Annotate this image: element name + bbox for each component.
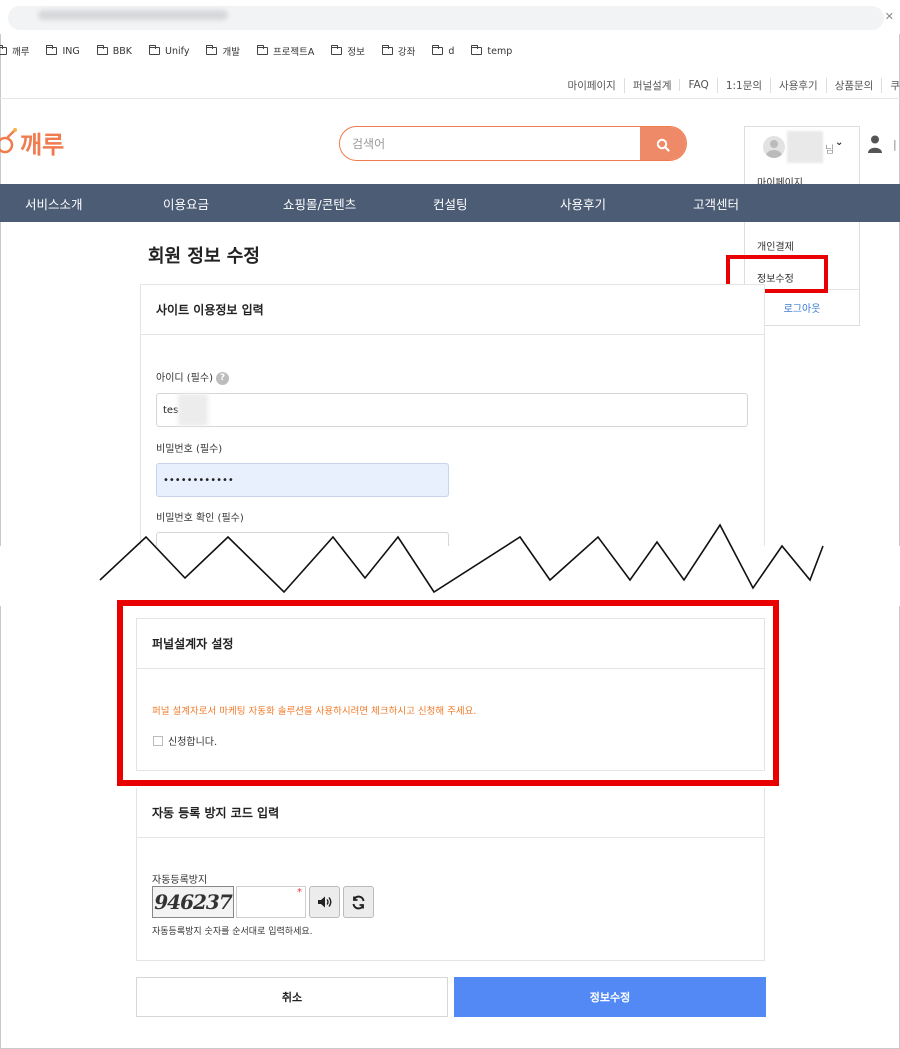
site-logo[interactable]: 깨루 (0, 122, 64, 162)
address-bar[interactable] (8, 6, 884, 30)
util-link-inquiry[interactable]: 1:1문의 (716, 77, 770, 93)
util-link-funnel[interactable]: 퍼널설계 (623, 77, 680, 93)
folder-icon (206, 45, 218, 55)
captcha-input[interactable]: * (236, 886, 306, 918)
bookmark-item[interactable]: 깨루 (0, 44, 29, 58)
password-label: 비밀번호 (필수) (156, 444, 223, 455)
bookmark-item[interactable]: BBK (96, 45, 132, 57)
cart-icon-partial[interactable]: | (893, 138, 897, 151)
bookmark-item[interactable]: ING (46, 45, 80, 57)
chevron-down-icon[interactable]: ⌄ (835, 137, 843, 148)
speaker-icon (317, 896, 331, 908)
site-info-heading: 사이트 이용정보 입력 (141, 285, 764, 335)
id-label: 아이디 (필수)? (156, 369, 229, 385)
bookmark-item[interactable]: 개발 (206, 44, 240, 58)
save-info-button[interactable]: 정보수정 (454, 977, 766, 1017)
folder-icon (331, 45, 343, 55)
logo-mark-icon (0, 128, 17, 154)
bookmarks-bar: 깨루 ING BBK Unify 개발 프로젝트A 정보 강좌 d temp (0, 40, 529, 62)
nav-item-reviews[interactable]: 사용후기 (560, 184, 606, 222)
nav-item-consulting[interactable]: 컨설팅 (433, 184, 468, 222)
captcha-caption: 자동등록방지 숫자를 순서대로 입력하세요. (152, 927, 313, 937)
refresh-icon (352, 895, 365, 909)
address-bar-area: ✕ (0, 0, 900, 34)
captcha-heading: 자동 등록 방지 코드 입력 (137, 788, 764, 838)
username-suffix: 님 (825, 145, 835, 156)
util-link-product-qna[interactable]: 상품문의 (825, 77, 882, 93)
search-input[interactable] (352, 135, 632, 153)
id-field[interactable]: tes (156, 393, 748, 427)
folder-icon (381, 45, 393, 55)
required-mark: * (297, 887, 302, 898)
avatar[interactable] (763, 136, 785, 158)
folder-icon (96, 45, 108, 55)
username-redacted (787, 131, 823, 163)
main-nav: 서비스소개 이용요금 쇼핑몰/콘텐츠 컨설팅 사용후기 고객센터 (0, 184, 900, 222)
page-title: 회원 정보 수정 (148, 246, 260, 267)
password-field[interactable]: •••••••••••• (156, 463, 449, 497)
captcha-refresh-button[interactable] (343, 886, 374, 918)
utility-links: 마이페이지 퍼널설계 FAQ 1:1문의 사용후기 상품문의 쿠 (560, 76, 900, 94)
bookmark-item[interactable]: 프로젝트A (256, 44, 314, 58)
divider (0, 98, 900, 99)
util-link-coupon[interactable]: 쿠 (881, 77, 900, 93)
captcha-image: 946237 (152, 886, 234, 918)
captcha-audio-button[interactable] (309, 886, 340, 918)
util-link-mypage[interactable]: 마이페이지 (560, 78, 624, 93)
cancel-button[interactable]: 취소 (136, 977, 448, 1017)
highlight-box-funnel (117, 600, 779, 786)
folder-icon (148, 45, 161, 55)
bookmark-item[interactable]: 강좌 (381, 44, 415, 58)
nav-item-service[interactable]: 서비스소개 (25, 184, 83, 222)
nav-item-pricing[interactable]: 이용요금 (163, 184, 209, 222)
bookmark-item[interactable]: Unify (148, 45, 189, 57)
util-link-faq[interactable]: FAQ (679, 79, 716, 91)
captcha-label: 자동등록방지 (152, 875, 208, 886)
logo-text: 깨루 (20, 130, 65, 159)
bookmark-item[interactable]: temp (471, 45, 512, 57)
folder-icon (471, 45, 483, 55)
page-break-zigzag (99, 523, 824, 594)
nav-item-support[interactable]: 고객센터 (693, 184, 739, 222)
search-box (339, 126, 687, 161)
help-icon[interactable]: ? (215, 371, 229, 385)
person-icon[interactable] (866, 134, 884, 154)
folder-icon (432, 45, 444, 55)
id-redacted (178, 394, 209, 426)
search-button[interactable] (640, 127, 686, 160)
folder-icon (256, 45, 268, 55)
close-icon[interactable]: ✕ (885, 10, 894, 23)
folder-icon (0, 45, 7, 55)
folder-icon (46, 45, 58, 55)
search-icon (656, 138, 670, 152)
util-link-reviews[interactable]: 사용후기 (770, 77, 826, 93)
nav-item-shop[interactable]: 쇼핑몰/콘텐츠 (283, 184, 356, 222)
bookmark-item[interactable]: d (432, 45, 454, 57)
bookmark-item[interactable]: 정보 (331, 44, 365, 58)
